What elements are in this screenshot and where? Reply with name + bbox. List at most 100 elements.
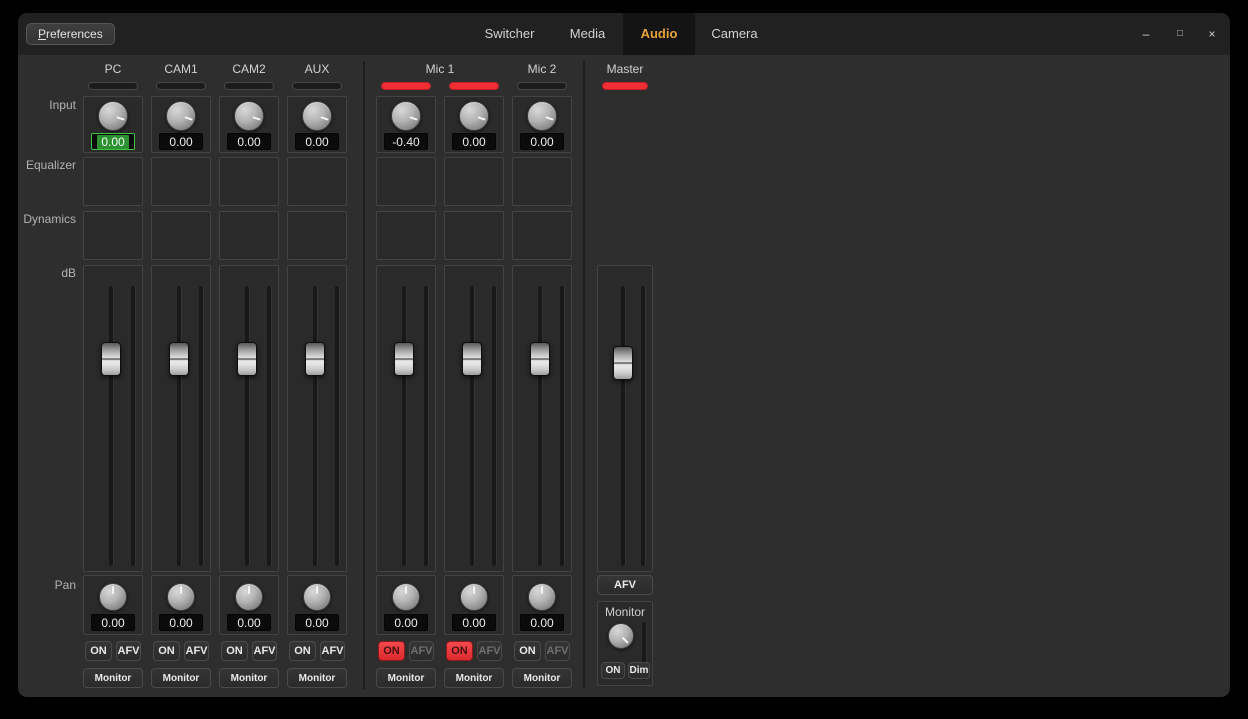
pan-value[interactable]: 0.00 [452,614,496,631]
dynamics-section[interactable] [444,211,504,260]
input-gain-value[interactable]: 0.00 [520,133,564,150]
input-gain-value[interactable]: 0.00 [91,133,135,150]
on-button[interactable]: ON [514,641,541,661]
monitor-button[interactable]: Monitor [376,668,436,688]
pan-knob[interactable] [167,583,195,611]
fader-track [109,286,113,566]
input-section: 0.00 [219,96,279,153]
preferences-button[interactable]: Preferences [26,23,115,45]
fader-track [402,286,406,566]
input-gain-value[interactable]: -0.40 [384,133,428,150]
input-gain-value[interactable]: 0.00 [227,133,271,150]
fader-handle[interactable] [101,342,121,376]
equalizer-section[interactable] [219,157,279,206]
pan-value[interactable]: 0.00 [384,614,428,631]
input-gain-knob[interactable] [459,101,489,131]
pan-value[interactable]: 0.00 [227,614,271,631]
tab-audio[interactable]: Audio [623,13,695,55]
fader-handle[interactable] [305,342,325,376]
monitor-button[interactable]: Monitor [444,668,504,688]
pan-value[interactable]: 0.00 [159,614,203,631]
pan-knob[interactable] [460,583,488,611]
dynamics-section[interactable] [376,211,436,260]
tab-media[interactable]: Media [552,13,623,55]
on-button[interactable]: ON [221,641,248,661]
monitor-label: Monitor [598,605,652,619]
input-gain-knob[interactable] [302,101,332,131]
channel-strip: 0.00 0.00 ON AFV Monitor [512,55,572,688]
equalizer-section[interactable] [512,157,572,206]
dynamics-section[interactable] [512,211,572,260]
pan-knob[interactable] [235,583,263,611]
input-gain-knob[interactable] [98,101,128,131]
monitor-on-button[interactable]: ON [601,662,625,679]
fader-handle[interactable] [237,342,257,376]
pan-knob[interactable] [528,583,556,611]
pan-knob[interactable] [392,583,420,611]
monitor-button[interactable]: Monitor [83,668,143,688]
equalizer-section[interactable] [151,157,211,206]
monitor-button[interactable]: Monitor [219,668,279,688]
pan-section: 0.00 [83,575,143,635]
afv-button[interactable]: AFV [409,641,434,661]
audio-mixer-panel: Input Equalizer Dynamics dB Pan PCCAM1CA… [18,55,1230,697]
close-icon[interactable]: × [1202,24,1222,44]
fader-handle[interactable] [530,342,550,376]
meter-track [199,286,203,566]
pan-section: 0.00 [287,575,347,635]
dynamics-section[interactable] [287,211,347,260]
monitor-button[interactable]: Monitor [287,668,347,688]
on-button[interactable]: ON [289,641,316,661]
input-gain-value[interactable]: 0.00 [295,133,339,150]
on-button[interactable]: ON [378,641,405,661]
pan-value[interactable]: 0.00 [520,614,564,631]
input-gain-knob[interactable] [527,101,557,131]
afv-button[interactable]: AFV [116,641,141,661]
input-gain-value[interactable]: 0.00 [159,133,203,150]
afv-button[interactable]: AFV [477,641,502,661]
dynamics-section[interactable] [219,211,279,260]
afv-button[interactable]: AFV [252,641,277,661]
pan-knob[interactable] [303,583,331,611]
monitor-volume-knob[interactable] [608,623,634,649]
dynamics-section[interactable] [83,211,143,260]
dynamics-section[interactable] [151,211,211,260]
afv-button[interactable]: AFV [184,641,209,661]
input-gain-knob[interactable] [234,101,264,131]
maximize-icon[interactable]: □ [1170,24,1190,44]
fader-section [287,265,347,572]
pan-knob[interactable] [99,583,127,611]
on-button[interactable]: ON [85,641,112,661]
afv-button[interactable]: AFV [545,641,570,661]
equalizer-section[interactable] [444,157,504,206]
level-indicator [381,82,431,90]
channel-strip: -0.40 0.00 ON AFV Monitor [376,55,436,688]
tab-camera[interactable]: Camera [699,13,770,55]
equalizer-section[interactable] [287,157,347,206]
pan-value[interactable]: 0.00 [295,614,339,631]
master-label: Master [597,62,653,77]
pan-value[interactable]: 0.00 [91,614,135,631]
pan-value-text: 0.00 [462,616,485,630]
fader-handle[interactable] [462,342,482,376]
equalizer-section[interactable] [376,157,436,206]
input-gain-knob[interactable] [391,101,421,131]
master-fader-handle[interactable] [613,346,633,380]
minimize-icon[interactable]: – [1136,24,1156,44]
on-button[interactable]: ON [446,641,473,661]
input-gain-value[interactable]: 0.00 [452,133,496,150]
fader-handle[interactable] [169,342,189,376]
equalizer-section[interactable] [83,157,143,206]
master-afv-button[interactable]: AFV [597,575,653,595]
monitor-button[interactable]: Monitor [151,668,211,688]
tab-switcher[interactable]: Switcher [473,13,546,55]
input-gain-knob[interactable] [166,101,196,131]
afv-button[interactable]: AFV [320,641,345,661]
fader-section [151,265,211,572]
pan-section: 0.00 [444,575,504,635]
monitor-dim-button[interactable]: Dim [628,662,650,679]
pan-value-text: 0.00 [530,616,553,630]
fader-handle[interactable] [394,342,414,376]
monitor-button[interactable]: Monitor [512,668,572,688]
on-button[interactable]: ON [153,641,180,661]
